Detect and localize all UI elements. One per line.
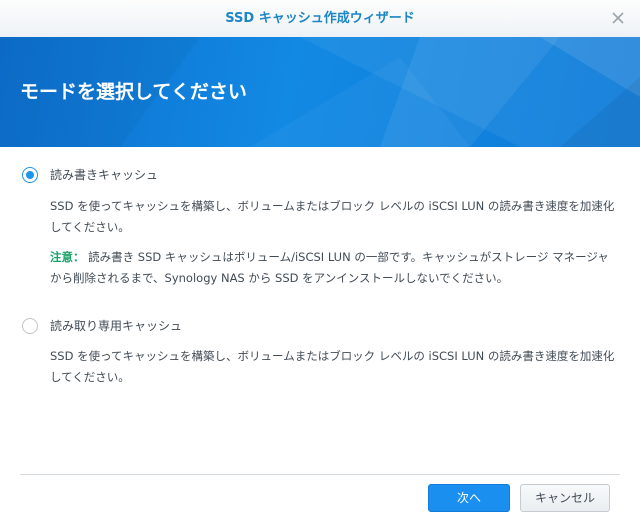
option-read-write-description: SSD を使ってキャッシュを構築し、ボリュームまたはブロック レベルの iSCS… [50, 199, 615, 234]
close-icon[interactable] [610, 10, 626, 26]
note-label: 注意： [50, 250, 85, 264]
title-bar: SSD キャッシュ作成ウィザード [0, 0, 640, 38]
cancel-button[interactable]: キャンセル [520, 484, 610, 512]
next-button[interactable]: 次へ [428, 484, 510, 512]
radio-read-write[interactable] [22, 167, 38, 183]
radio-read-only[interactable] [22, 318, 38, 334]
window-title: SSD キャッシュ作成ウィザード [225, 11, 415, 26]
warning-note: 注意： 読み書き SSD キャッシュはボリューム/iSCSI LUN の一部です… [50, 247, 620, 289]
page-heading: モードを選択してください [20, 81, 247, 103]
option-read-only-label[interactable]: 読み取り専用キャッシュ [50, 317, 182, 334]
option-read-only-description: SSD を使ってキャッシュを構築し、ボリュームまたはブロック レベルの iSCS… [50, 349, 615, 384]
note-text: 読み書き SSD キャッシュはボリューム/iSCSI LUN の一部です。キャッ… [50, 250, 609, 285]
footer-divider [20, 474, 620, 475]
header-banner: モードを選択してください [0, 37, 640, 147]
option-read-write-label[interactable]: 読み書きキャッシュ [50, 166, 158, 183]
